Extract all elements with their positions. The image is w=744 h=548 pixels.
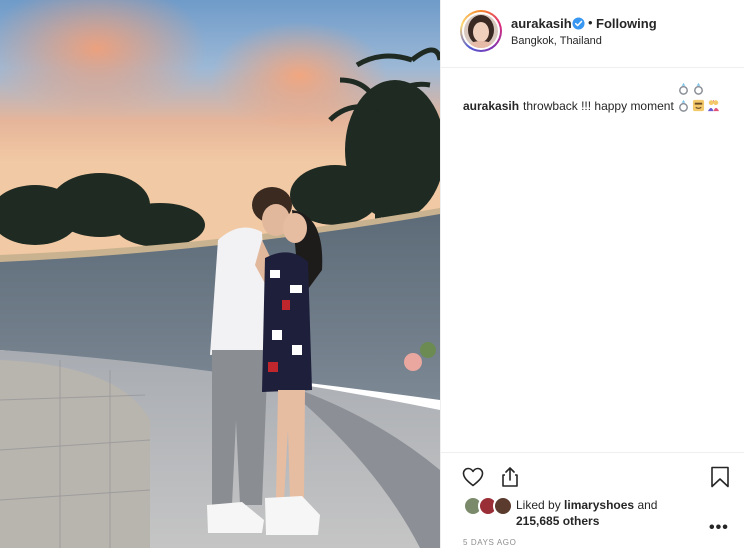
likes-others-link[interactable]: 215,685 others (516, 514, 599, 528)
liker-avatars[interactable] (463, 496, 515, 518)
heart-icon[interactable] (461, 465, 485, 489)
separator-dot: • (588, 15, 593, 30)
location-link[interactable]: Bangkok, Thailand (511, 35, 602, 47)
post-photo[interactable] (0, 0, 440, 548)
liked-by-user-link[interactable]: limaryshoes (564, 498, 634, 512)
username-link[interactable]: aurakasih (511, 16, 572, 31)
post-image (0, 0, 440, 548)
liker-avatar (493, 496, 513, 516)
caption-text: throwback !!! happy moment (523, 99, 674, 113)
ring-emoji (679, 99, 689, 112)
liked-by-prefix: Liked by (516, 498, 561, 512)
post-actions: Liked by limaryshoes and 215,685 others … (441, 452, 744, 548)
ring-emoji (694, 82, 704, 95)
share-icon[interactable] (498, 465, 522, 489)
couple-kiss-emoji (708, 99, 720, 112)
post-info-panel: aurakasih • Following Bangkok, Thailand … (440, 0, 744, 548)
verified-badge-icon (572, 17, 585, 30)
avatar-image (464, 14, 498, 48)
more-options-icon[interactable]: ••• (709, 519, 729, 537)
caption-username-link[interactable]: aurakasih (463, 99, 519, 113)
liked-by-and: and (637, 498, 658, 512)
post-header: aurakasih • Following Bangkok, Thailand (441, 0, 744, 68)
smiling-emoji (693, 99, 705, 112)
likes-summary: Liked by limaryshoes and 215,685 others (516, 497, 716, 529)
post-timestamp[interactable]: 5 DAYS AGO (463, 538, 516, 547)
ring-emoji (679, 82, 689, 95)
caption: aurakasih throwback !!! happy moment (463, 81, 733, 115)
following-button[interactable]: Following (596, 16, 657, 31)
avatar[interactable] (460, 10, 502, 52)
bookmark-icon[interactable] (708, 465, 732, 489)
caption-emojis (677, 81, 722, 115)
